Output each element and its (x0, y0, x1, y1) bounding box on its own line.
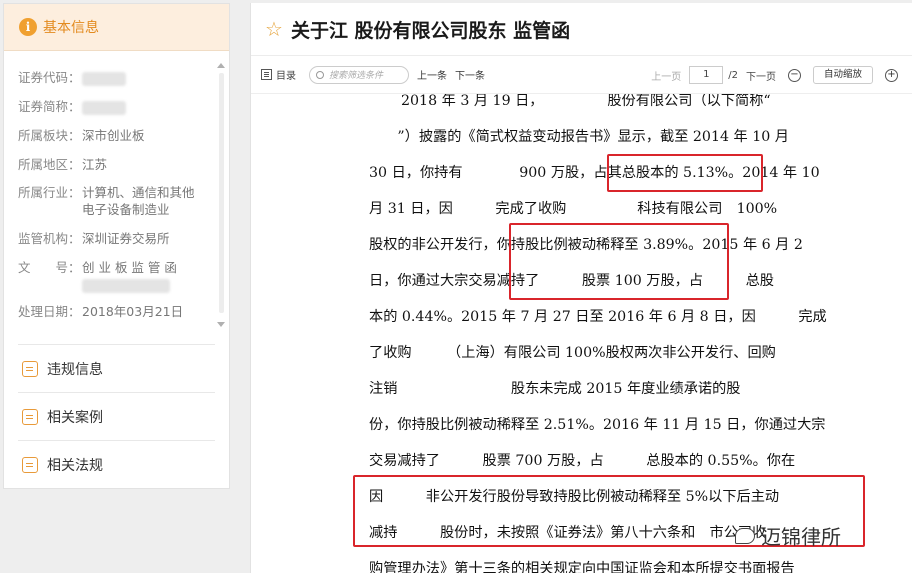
chat-bubble-icon (735, 527, 755, 544)
redacted-value (82, 278, 170, 293)
search-icon (316, 70, 324, 79)
sidebar-links: 违规信息 相关案例 相关法规 (18, 344, 215, 488)
zoom-out-icon[interactable]: − (788, 68, 801, 82)
field-board: 所属板块： 深市创业板 (18, 128, 145, 143)
body-line: ”）披露的《简式权益变动报告书》显示，截至 2014 年 10 月 (369, 129, 789, 145)
violation-icon (22, 360, 38, 377)
search-placeholder: 搜索筛选条件 (329, 71, 384, 81)
document-title-bar: ☆ 关于江 股份有限公司股东 监管函 (251, 3, 912, 56)
zoom-select[interactable]: 自动缩放 (813, 66, 873, 84)
star-icon[interactable]: ☆ (265, 17, 283, 41)
body-line: 购管理办法》第十三条的相关规定向中国证监会和本所提交书面报告 (369, 561, 795, 573)
info-fields: 证券代码： 证券简称： 所属板块： 深市创业板 所属地区： 江苏 所属行业： 计… (4, 51, 229, 321)
scroll-down-icon[interactable] (217, 322, 225, 327)
body-line: 份，你持股比例被动稀释至 2.51%。2016 年 11 月 15 日，你通过大… (369, 417, 826, 433)
document-body: 2018 年 3 月 19 日， 股份有限公司（以下简称“ ”）披露的《简式权益… (251, 94, 912, 573)
field-doc-number: 文 号： 创 业 板 监 管 函 (18, 259, 211, 293)
scroll-track[interactable] (219, 73, 224, 313)
info-sidebar: i 基本信息 证券代码： 证券简称： 所属板块： 深市创业板 所属地区： 江苏 … (3, 3, 230, 489)
sidebar-item-violations[interactable]: 违规信息 (18, 344, 215, 392)
field-region: 所属地区： 江苏 (18, 157, 108, 172)
body-line: 注销 股东未完成 2015 年度业绩承诺的股 (369, 381, 741, 397)
next-match-button[interactable]: 下一条 (455, 67, 485, 82)
watermark: 迈锦律所 (735, 521, 841, 550)
page-total: /2 (728, 69, 738, 81)
body-line: 了收购 （上海）有限公司 100%股权两次非公开发行、回购 (369, 345, 776, 361)
redacted-value (82, 71, 126, 86)
toc-icon[interactable] (261, 69, 272, 80)
field-security-name: 证券简称： (18, 98, 211, 115)
page-number-input[interactable]: 1 (689, 66, 724, 84)
page-controls: 上一页 1 /2 下一页 − 自动缩放 + (651, 56, 898, 94)
toc-button[interactable]: 目录 (276, 67, 296, 82)
field-security-code: 证券代码： (18, 69, 211, 86)
field-process-date: 处理日期： 2018年03月21日 (18, 304, 184, 319)
field-regulator: 监管机构： 深圳证券交易所 (18, 231, 170, 246)
body-line: 本的 0.44%。2015 年 7 月 27 日至 2016 年 6 月 8 日… (369, 309, 827, 325)
body-line: 30 日，你持有 900 万股，占其总股本的 5.13%。2014 年 10 (369, 165, 820, 181)
next-page-button[interactable]: 下一页 (746, 68, 776, 83)
body-line: 交易减持了 股票 700 万股，占 总股本的 0.55%。你在 (369, 453, 796, 469)
body-line: 2018 年 3 月 19 日， 股份有限公司（以下简称“ (401, 94, 785, 109)
search-input[interactable]: 搜索筛选条件 (309, 65, 409, 84)
highlight-box (607, 154, 763, 192)
basic-info-header[interactable]: i 基本信息 (4, 4, 229, 51)
sidebar-item-related-regulations[interactable]: 相关法规 (18, 440, 215, 488)
scroll-up-icon[interactable] (217, 63, 225, 68)
redacted-value (82, 100, 126, 115)
document-title: 关于江 股份有限公司股东 监管函 (290, 19, 571, 42)
sidebar-title: 基本信息 (43, 20, 99, 36)
document-panel: ☆ 关于江 股份有限公司股东 监管函 目录 搜索筛选条件 上一条 下一条 上一页… (250, 3, 912, 573)
info-icon: i (19, 18, 37, 36)
zoom-in-icon[interactable]: + (885, 68, 898, 82)
prev-page-button[interactable]: 上一页 (651, 68, 681, 83)
highlight-box (509, 223, 729, 300)
prev-match-button[interactable]: 上一条 (417, 67, 447, 82)
document-toolbar: 目录 搜索筛选条件 上一条 下一条 上一页 1 /2 下一页 − 自动缩放 + (251, 56, 912, 94)
regulation-icon (22, 456, 38, 473)
case-icon (22, 408, 38, 425)
sidebar-item-related-cases[interactable]: 相关案例 (18, 392, 215, 440)
body-line: 月 31 日，因 完成了收购 科技有限公司 100% (369, 201, 778, 217)
field-industry: 所属行业： 计算机、通信和其他电子设备制造业 (18, 185, 195, 217)
sidebar-scrollbar[interactable] (217, 59, 226, 327)
